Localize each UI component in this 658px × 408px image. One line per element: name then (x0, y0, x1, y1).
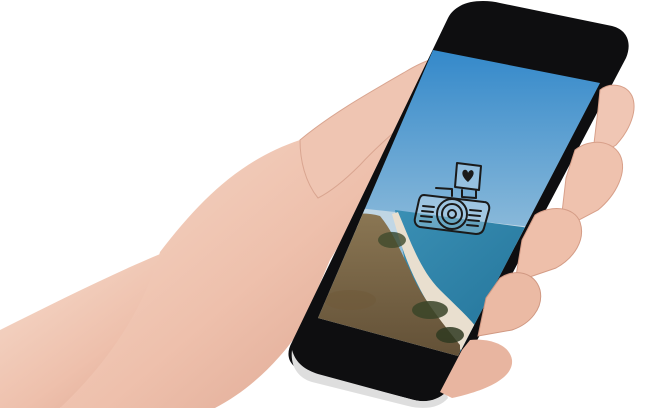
product-photo (0, 0, 658, 408)
photo-canvas (0, 1, 635, 408)
